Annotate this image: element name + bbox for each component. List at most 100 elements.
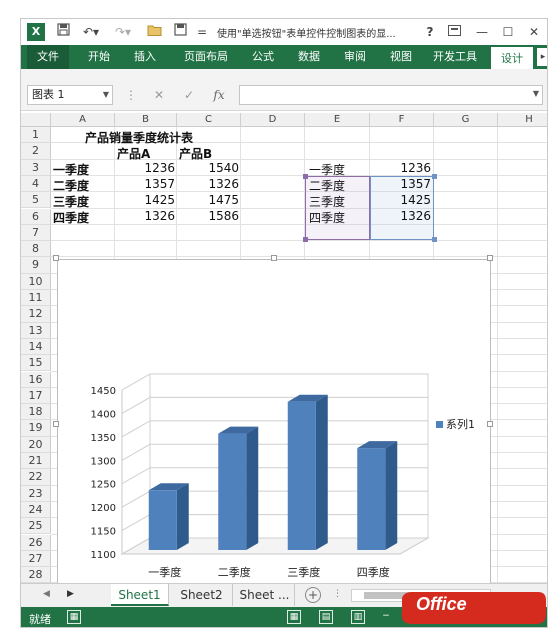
cell-quarter[interactable]: 三季度: [53, 193, 89, 210]
chart-resize-handle[interactable]: [487, 255, 493, 261]
minimize-icon[interactable]: —: [473, 23, 491, 41]
row-header[interactable]: 9: [21, 257, 51, 274]
row-header[interactable]: 18: [21, 404, 51, 421]
column-header[interactable]: F: [370, 113, 434, 127]
worksheet-grid[interactable]: ABCDEFGH 1 2 3 4 5 6 7 8 9 10 11 12 13 14 15 16 17 18 19 20…: [21, 113, 547, 583]
cell-helper-value[interactable]: 1326: [371, 209, 431, 223]
cell-helper-category[interactable]: 四季度: [309, 209, 345, 226]
column-header[interactable]: E: [305, 113, 370, 127]
row-header[interactable]: 20: [21, 436, 51, 453]
tab-data[interactable]: 数据: [291, 45, 327, 69]
cell-value-a[interactable]: 1357: [115, 177, 175, 191]
range-handle[interactable]: [303, 237, 308, 242]
chart-resize-handle[interactable]: [53, 255, 59, 261]
row-header[interactable]: 15: [21, 355, 51, 372]
cell-helper-value[interactable]: 1236: [371, 161, 431, 175]
tab-chart-design[interactable]: 设计: [491, 45, 533, 69]
row-header[interactable]: 3: [21, 159, 51, 176]
cell-value-b[interactable]: 1540: [177, 161, 239, 175]
tab-view[interactable]: 视图: [383, 45, 419, 69]
row-header[interactable]: 2: [21, 143, 51, 160]
tab-formulas[interactable]: 公式: [245, 45, 281, 69]
row-header[interactable]: 13: [21, 322, 51, 339]
cell-helper-value[interactable]: 1425: [371, 193, 431, 207]
row-header[interactable]: 10: [21, 273, 51, 290]
column-header[interactable]: G: [434, 113, 498, 127]
prev-sheet-icon[interactable]: ◀: [43, 589, 50, 599]
row-header[interactable]: 22: [21, 469, 51, 486]
customize-toolbar-icon[interactable]: =: [197, 23, 207, 41]
row-header[interactable]: 12: [21, 306, 51, 323]
enter-icon[interactable]: ✓: [179, 85, 199, 105]
name-box[interactable]: 图表 1 ▼: [27, 85, 113, 105]
cell-value-b[interactable]: 1475: [177, 193, 239, 207]
tab-file[interactable]: 文件: [27, 45, 69, 69]
close-icon[interactable]: ✕: [525, 23, 543, 41]
tab-page-layout[interactable]: 页面布局: [175, 45, 237, 69]
tab-home[interactable]: 开始: [81, 45, 117, 69]
row-header[interactable]: 26: [21, 534, 51, 551]
cell-header-b[interactable]: 产品B: [179, 145, 212, 162]
column-header[interactable]: A: [51, 113, 115, 127]
tab-more-sheets[interactable]: Sheet ...: [235, 584, 295, 606]
add-sheet-button[interactable]: +: [305, 587, 321, 603]
range-handle[interactable]: [432, 174, 437, 179]
row-header[interactable]: 8: [21, 241, 51, 258]
chart-object[interactable]: 1100 1150 1200 1250 1300 1350 1400 1450 一季度 二季度 三季…: [57, 259, 491, 583]
cell-value-b[interactable]: 1586: [177, 209, 239, 223]
row-header[interactable]: 7: [21, 224, 51, 242]
row-header[interactable]: 17: [21, 387, 51, 405]
row-header[interactable]: 24: [21, 501, 51, 519]
cell-value-a[interactable]: 1236: [115, 161, 175, 175]
cell-value-a[interactable]: 1425: [115, 193, 175, 207]
formula-options-icon[interactable]: ⋮: [121, 85, 141, 105]
undo-icon[interactable]: ↶▾: [79, 23, 103, 41]
cell-helper-category[interactable]: 一季度: [309, 161, 345, 178]
tab-developer[interactable]: 开发工具: [429, 45, 481, 69]
cancel-icon[interactable]: ✕: [149, 85, 169, 105]
cell-header-a[interactable]: 产品A: [117, 145, 150, 162]
cell-value-a[interactable]: 1326: [115, 209, 175, 223]
tab-review[interactable]: 审阅: [337, 45, 373, 69]
cell-quarter[interactable]: 四季度: [53, 209, 89, 226]
row-header[interactable]: 23: [21, 485, 51, 502]
chart-resize-handle[interactable]: [487, 421, 493, 427]
row-header[interactable]: 5: [21, 192, 51, 209]
cell-table-title[interactable]: 产品销量季度统计表: [85, 129, 193, 146]
insert-function-icon[interactable]: fx: [209, 85, 229, 105]
row-header[interactable]: 14: [21, 338, 51, 356]
row-header[interactable]: 16: [21, 371, 51, 388]
row-header[interactable]: 28: [21, 567, 51, 583]
row-header[interactable]: 25: [21, 518, 51, 535]
row-header[interactable]: 21: [21, 453, 51, 470]
bar-chart[interactable]: 1100 1150 1200 1250 1300 1350 1400 1450 一季度 二季度 三季…: [58, 260, 490, 583]
help-button[interactable]: ?: [423, 23, 437, 41]
cell-value-b[interactable]: 1326: [177, 177, 239, 191]
ribbon-scroll-right-icon[interactable]: ▸: [537, 48, 547, 66]
maximize-icon[interactable]: ☐: [499, 23, 517, 41]
chevron-down-icon[interactable]: ▼: [533, 89, 539, 98]
next-sheet-icon[interactable]: ▶: [67, 589, 74, 599]
column-header[interactable]: C: [177, 113, 241, 127]
tab-sheet1[interactable]: Sheet1: [111, 584, 169, 606]
range-handle[interactable]: [432, 237, 437, 242]
chart-resize-handle[interactable]: [271, 255, 277, 261]
save-icon[interactable]: [55, 23, 71, 41]
row-header[interactable]: 1: [21, 127, 51, 144]
row-header[interactable]: 19: [21, 420, 51, 437]
chart-resize-handle[interactable]: [53, 421, 59, 427]
save-as-icon[interactable]: [171, 23, 189, 41]
formula-input[interactable]: ▼: [239, 85, 543, 105]
cell-helper-category[interactable]: 二季度: [309, 177, 345, 194]
row-header[interactable]: 27: [21, 550, 51, 568]
row-header[interactable]: 6: [21, 208, 51, 225]
cell-helper-category[interactable]: 三季度: [309, 193, 345, 210]
zoom-out-icon[interactable]: −: [379, 610, 393, 624]
column-header[interactable]: H: [498, 113, 547, 127]
column-header[interactable]: B: [115, 113, 177, 127]
ribbon-display-icon[interactable]: [445, 23, 463, 41]
cell-quarter[interactable]: 一季度: [53, 161, 89, 178]
cell-quarter[interactable]: 二季度: [53, 177, 89, 194]
row-header[interactable]: 11: [21, 290, 51, 307]
open-folder-icon[interactable]: [145, 23, 163, 41]
